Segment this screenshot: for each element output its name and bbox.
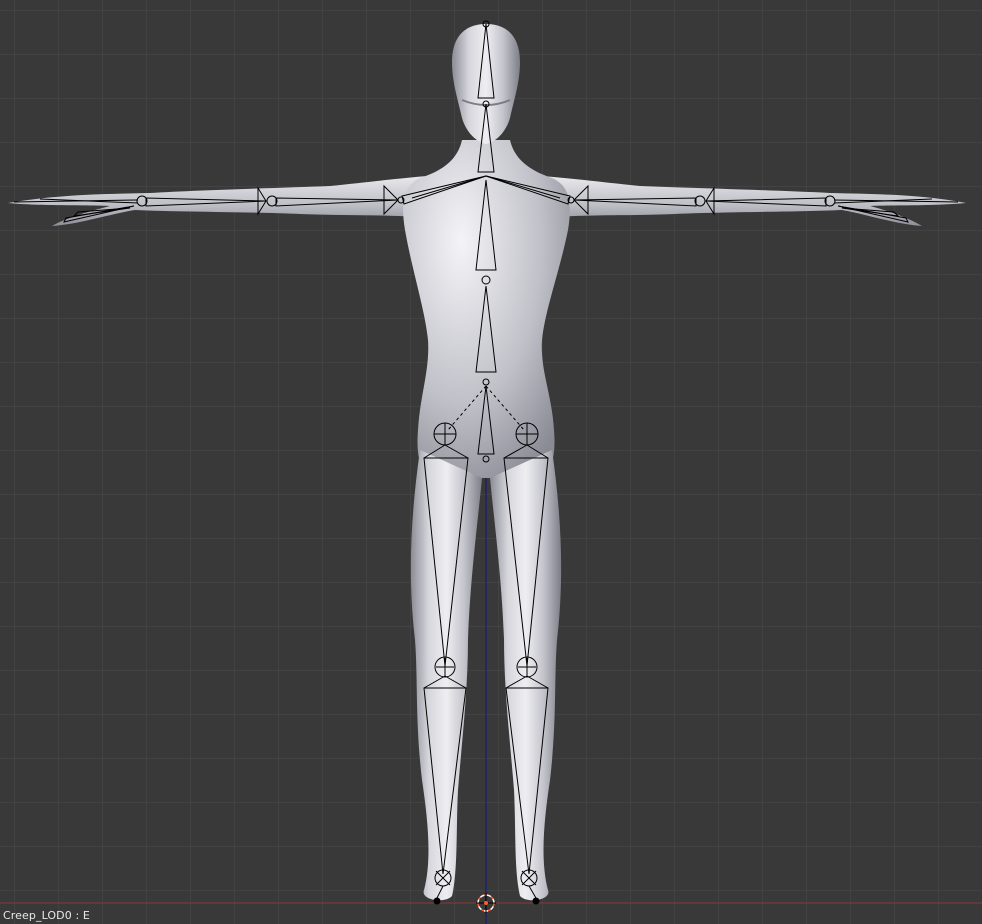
object-info-text: Creep_LOD0 : E xyxy=(3,909,90,922)
bone-toe-left xyxy=(433,897,441,905)
left-leg-mesh xyxy=(410,450,482,901)
right-leg-mesh xyxy=(490,450,562,901)
3d-viewport[interactable]: Creep_LOD0 : E xyxy=(0,0,982,924)
bone-toe-right xyxy=(532,897,540,905)
viewport-scene[interactable] xyxy=(0,0,982,924)
head-mesh xyxy=(452,24,520,144)
3d-cursor-icon[interactable] xyxy=(476,893,496,913)
torso-mesh xyxy=(403,140,570,478)
